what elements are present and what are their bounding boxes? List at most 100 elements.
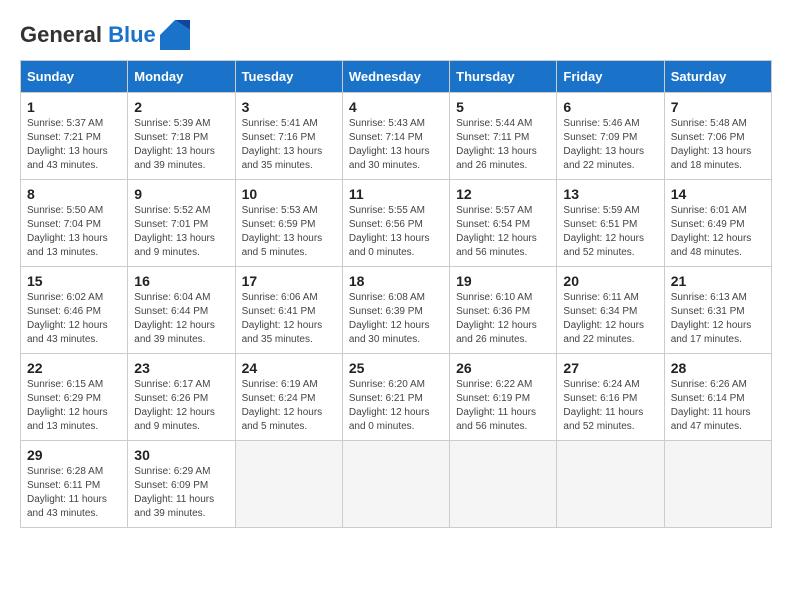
day-info: Sunrise: 5:46 AM Sunset: 7:09 PM Dayligh… — [563, 117, 657, 173]
calendar-cell: 22 Sunrise: 6:15 AM Sunset: 6:29 PM Dayl… — [21, 354, 128, 441]
calendar-cell — [557, 441, 664, 528]
calendar-cell: 2 Sunrise: 5:39 AM Sunset: 7:18 PM Dayli… — [128, 93, 235, 180]
col-sunday: Sunday — [21, 61, 128, 93]
day-info: Sunrise: 5:50 AM Sunset: 7:04 PM Dayligh… — [27, 204, 121, 260]
day-number: 2 — [134, 99, 228, 115]
calendar-table: Sunday Monday Tuesday Wednesday Thursday… — [20, 60, 772, 528]
day-number: 1 — [27, 99, 121, 115]
day-info: Sunrise: 6:06 AM Sunset: 6:41 PM Dayligh… — [242, 291, 336, 347]
calendar-cell: 5 Sunrise: 5:44 AM Sunset: 7:11 PM Dayli… — [450, 93, 557, 180]
day-info: Sunrise: 6:24 AM Sunset: 6:16 PM Dayligh… — [563, 378, 657, 434]
calendar-cell — [342, 441, 449, 528]
calendar-cell: 27 Sunrise: 6:24 AM Sunset: 6:16 PM Dayl… — [557, 354, 664, 441]
day-info: Sunrise: 5:55 AM Sunset: 6:56 PM Dayligh… — [349, 204, 443, 260]
calendar-week-row: 8 Sunrise: 5:50 AM Sunset: 7:04 PM Dayli… — [21, 180, 772, 267]
day-number: 9 — [134, 186, 228, 202]
day-info: Sunrise: 6:26 AM Sunset: 6:14 PM Dayligh… — [671, 378, 765, 434]
calendar-cell: 18 Sunrise: 6:08 AM Sunset: 6:39 PM Dayl… — [342, 267, 449, 354]
calendar-cell: 25 Sunrise: 6:20 AM Sunset: 6:21 PM Dayl… — [342, 354, 449, 441]
day-info: Sunrise: 6:15 AM Sunset: 6:29 PM Dayligh… — [27, 378, 121, 434]
day-number: 12 — [456, 186, 550, 202]
day-number: 6 — [563, 99, 657, 115]
logo-text: General Blue — [20, 23, 156, 47]
day-number: 15 — [27, 273, 121, 289]
day-number: 13 — [563, 186, 657, 202]
calendar-cell: 10 Sunrise: 5:53 AM Sunset: 6:59 PM Dayl… — [235, 180, 342, 267]
day-info: Sunrise: 5:41 AM Sunset: 7:16 PM Dayligh… — [242, 117, 336, 173]
day-info: Sunrise: 6:10 AM Sunset: 6:36 PM Dayligh… — [456, 291, 550, 347]
calendar-week-row: 15 Sunrise: 6:02 AM Sunset: 6:46 PM Dayl… — [21, 267, 772, 354]
day-info: Sunrise: 6:29 AM Sunset: 6:09 PM Dayligh… — [134, 465, 228, 521]
day-info: Sunrise: 5:57 AM Sunset: 6:54 PM Dayligh… — [456, 204, 550, 260]
day-number: 7 — [671, 99, 765, 115]
day-info: Sunrise: 5:48 AM Sunset: 7:06 PM Dayligh… — [671, 117, 765, 173]
calendar-cell: 20 Sunrise: 6:11 AM Sunset: 6:34 PM Dayl… — [557, 267, 664, 354]
calendar-cell — [664, 441, 771, 528]
day-number: 30 — [134, 447, 228, 463]
day-number: 29 — [27, 447, 121, 463]
day-number: 22 — [27, 360, 121, 376]
calendar-cell: 29 Sunrise: 6:28 AM Sunset: 6:11 PM Dayl… — [21, 441, 128, 528]
logo: General Blue — [20, 20, 190, 50]
day-number: 21 — [671, 273, 765, 289]
calendar-cell: 12 Sunrise: 5:57 AM Sunset: 6:54 PM Dayl… — [450, 180, 557, 267]
day-number: 17 — [242, 273, 336, 289]
calendar-cell: 8 Sunrise: 5:50 AM Sunset: 7:04 PM Dayli… — [21, 180, 128, 267]
logo-icon — [160, 20, 190, 50]
day-info: Sunrise: 5:53 AM Sunset: 6:59 PM Dayligh… — [242, 204, 336, 260]
day-info: Sunrise: 6:11 AM Sunset: 6:34 PM Dayligh… — [563, 291, 657, 347]
calendar-cell: 11 Sunrise: 5:55 AM Sunset: 6:56 PM Dayl… — [342, 180, 449, 267]
calendar-cell: 23 Sunrise: 6:17 AM Sunset: 6:26 PM Dayl… — [128, 354, 235, 441]
logo-general: General — [20, 22, 102, 47]
day-number: 24 — [242, 360, 336, 376]
day-number: 20 — [563, 273, 657, 289]
day-info: Sunrise: 5:44 AM Sunset: 7:11 PM Dayligh… — [456, 117, 550, 173]
day-info: Sunrise: 6:22 AM Sunset: 6:19 PM Dayligh… — [456, 378, 550, 434]
calendar-header-row: Sunday Monday Tuesday Wednesday Thursday… — [21, 61, 772, 93]
calendar-cell: 30 Sunrise: 6:29 AM Sunset: 6:09 PM Dayl… — [128, 441, 235, 528]
day-number: 19 — [456, 273, 550, 289]
col-friday: Friday — [557, 61, 664, 93]
day-number: 28 — [671, 360, 765, 376]
day-info: Sunrise: 5:52 AM Sunset: 7:01 PM Dayligh… — [134, 204, 228, 260]
col-monday: Monday — [128, 61, 235, 93]
calendar-cell: 13 Sunrise: 5:59 AM Sunset: 6:51 PM Dayl… — [557, 180, 664, 267]
col-wednesday: Wednesday — [342, 61, 449, 93]
day-info: Sunrise: 6:13 AM Sunset: 6:31 PM Dayligh… — [671, 291, 765, 347]
day-info: Sunrise: 6:01 AM Sunset: 6:49 PM Dayligh… — [671, 204, 765, 260]
day-info: Sunrise: 5:59 AM Sunset: 6:51 PM Dayligh… — [563, 204, 657, 260]
calendar-cell: 17 Sunrise: 6:06 AM Sunset: 6:41 PM Dayl… — [235, 267, 342, 354]
calendar-cell: 21 Sunrise: 6:13 AM Sunset: 6:31 PM Dayl… — [664, 267, 771, 354]
day-info: Sunrise: 6:17 AM Sunset: 6:26 PM Dayligh… — [134, 378, 228, 434]
day-number: 4 — [349, 99, 443, 115]
day-number: 3 — [242, 99, 336, 115]
day-number: 5 — [456, 99, 550, 115]
day-info: Sunrise: 6:19 AM Sunset: 6:24 PM Dayligh… — [242, 378, 336, 434]
day-number: 8 — [27, 186, 121, 202]
col-thursday: Thursday — [450, 61, 557, 93]
calendar-cell: 19 Sunrise: 6:10 AM Sunset: 6:36 PM Dayl… — [450, 267, 557, 354]
day-number: 14 — [671, 186, 765, 202]
calendar-week-row: 22 Sunrise: 6:15 AM Sunset: 6:29 PM Dayl… — [21, 354, 772, 441]
col-saturday: Saturday — [664, 61, 771, 93]
calendar-cell: 7 Sunrise: 5:48 AM Sunset: 7:06 PM Dayli… — [664, 93, 771, 180]
calendar-week-row: 29 Sunrise: 6:28 AM Sunset: 6:11 PM Dayl… — [21, 441, 772, 528]
calendar-cell: 24 Sunrise: 6:19 AM Sunset: 6:24 PM Dayl… — [235, 354, 342, 441]
logo-blue: Blue — [108, 22, 156, 47]
day-number: 23 — [134, 360, 228, 376]
day-info: Sunrise: 6:08 AM Sunset: 6:39 PM Dayligh… — [349, 291, 443, 347]
calendar-cell — [450, 441, 557, 528]
calendar-cell: 3 Sunrise: 5:41 AM Sunset: 7:16 PM Dayli… — [235, 93, 342, 180]
day-info: Sunrise: 6:04 AM Sunset: 6:44 PM Dayligh… — [134, 291, 228, 347]
calendar-cell: 15 Sunrise: 6:02 AM Sunset: 6:46 PM Dayl… — [21, 267, 128, 354]
calendar-cell — [235, 441, 342, 528]
day-info: Sunrise: 6:20 AM Sunset: 6:21 PM Dayligh… — [349, 378, 443, 434]
col-tuesday: Tuesday — [235, 61, 342, 93]
day-number: 10 — [242, 186, 336, 202]
calendar-cell: 4 Sunrise: 5:43 AM Sunset: 7:14 PM Dayli… — [342, 93, 449, 180]
day-number: 26 — [456, 360, 550, 376]
day-number: 18 — [349, 273, 443, 289]
day-info: Sunrise: 6:02 AM Sunset: 6:46 PM Dayligh… — [27, 291, 121, 347]
day-info: Sunrise: 5:39 AM Sunset: 7:18 PM Dayligh… — [134, 117, 228, 173]
calendar-cell: 28 Sunrise: 6:26 AM Sunset: 6:14 PM Dayl… — [664, 354, 771, 441]
